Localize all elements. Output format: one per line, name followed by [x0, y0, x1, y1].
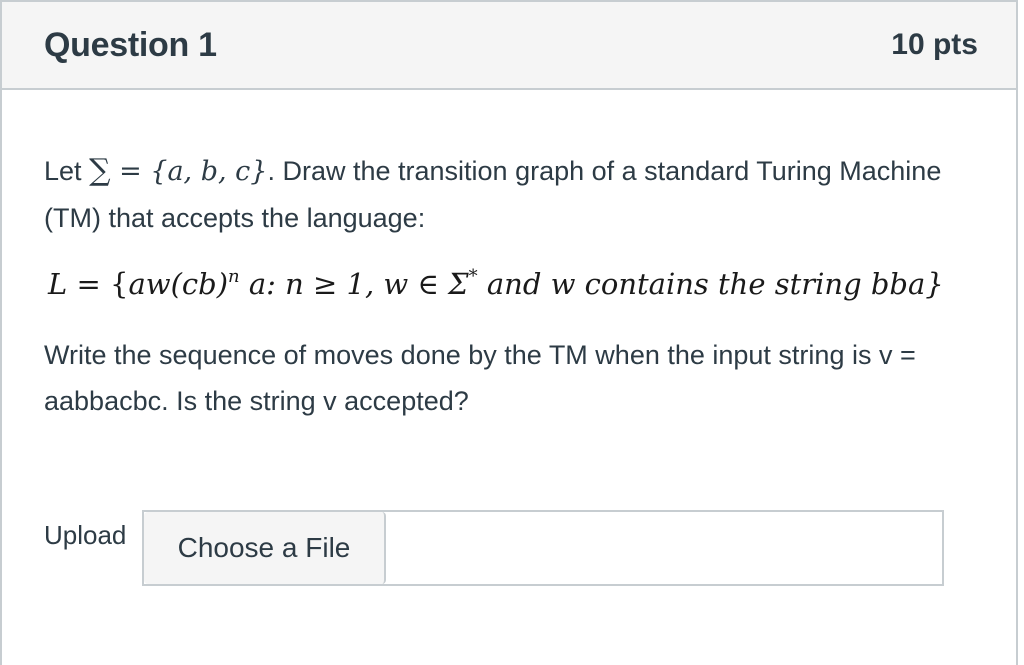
upload-label: Upload — [44, 520, 127, 550]
formula-star: * — [468, 266, 478, 287]
formula-aw: aw — [128, 267, 171, 301]
question-points: 10 pts — [891, 28, 978, 61]
formula-eq: = { — [67, 267, 129, 301]
choose-file-button[interactable]: Choose a File — [144, 512, 386, 584]
intro-lead: Let — [44, 156, 82, 186]
formula-condition: n ≥ 1, w ∈ Σ — [285, 267, 469, 301]
question-card: Question 1 10 pts Let ∑ = {a, b, c}. Dra… — [0, 0, 1018, 665]
question-text-intro: Let ∑ = {a, b, c}. Draw the transition g… — [44, 148, 984, 241]
question-text-task: Write the sequence of moves done by the … — [44, 340, 916, 416]
formula-cb: (cb) — [170, 267, 229, 301]
formula-lhs: L — [48, 267, 68, 301]
question-title: Question 1 — [44, 25, 217, 64]
language-formula: L = {aw(cb)n a: n ≥ 1, w ∈ Σ* and w cont… — [48, 266, 944, 301]
formula-a: a: — [239, 267, 286, 301]
alphabet-set: = {a, b, c} — [110, 156, 268, 187]
sigma-symbol: ∑ — [89, 153, 111, 188]
formula-tail: and w contains the string bba} — [477, 267, 944, 301]
formula-exponent: n — [228, 266, 240, 287]
upload-row: Upload Choose a File — [44, 510, 944, 590]
question-header: Question 1 10 pts — [2, 2, 1016, 90]
file-upload-field[interactable]: Choose a File — [142, 510, 944, 586]
